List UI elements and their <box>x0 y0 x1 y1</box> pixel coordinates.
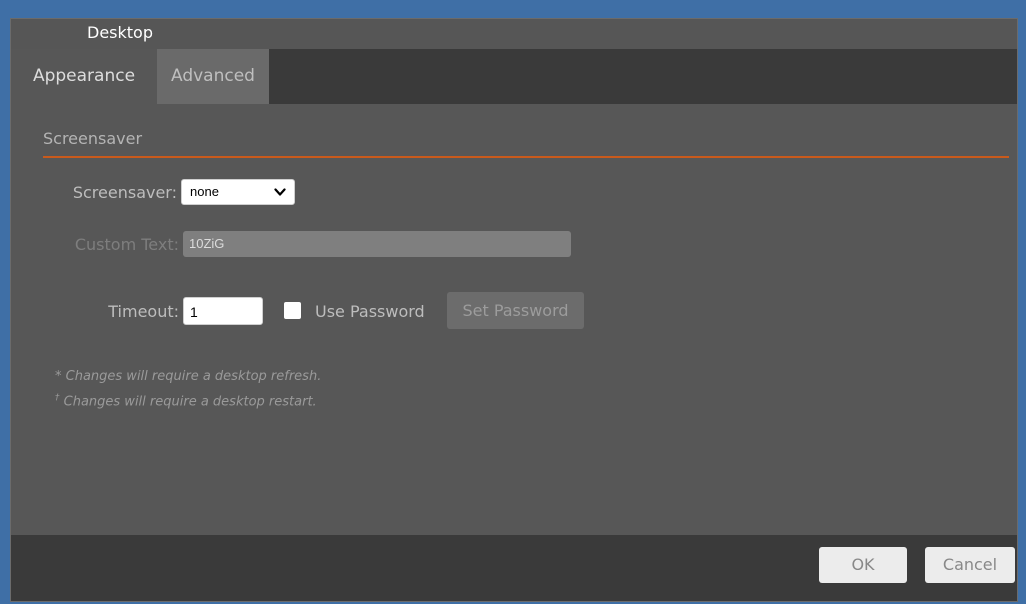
dialog-footer: OK Cancel <box>11 535 1017 601</box>
use-password-label[interactable]: Use Password <box>315 302 425 321</box>
ok-button[interactable]: OK <box>819 547 907 583</box>
chevron-down-icon <box>274 188 286 196</box>
timeout-label: Timeout: <box>108 302 179 321</box>
section-divider <box>43 156 1009 158</box>
custom-text-label: Custom Text: <box>74 235 179 254</box>
title-bar[interactable]: Desktop <box>11 19 1017 49</box>
use-password-checkbox[interactable] <box>284 302 301 319</box>
set-password-button: Set Password <box>447 292 584 329</box>
tab-advanced[interactable]: Advanced <box>157 49 269 104</box>
screensaver-select[interactable]: none <box>181 179 295 205</box>
timeout-value: 1 <box>190 304 198 320</box>
tab-bar: Appearance Advanced <box>11 49 1017 104</box>
restart-note-text: Changes will require a desktop restart. <box>59 394 317 410</box>
section-title: Screensaver <box>43 129 143 148</box>
restart-note: † Changes will require a desktop restart… <box>55 393 317 409</box>
refresh-note: * Changes will require a desktop refresh… <box>55 369 322 384</box>
window-title: Desktop <box>87 23 153 42</box>
desktop-dialog: Desktop Appearance Advanced Screensaver … <box>10 18 1018 602</box>
custom-text-field: 10ZiG <box>183 231 571 257</box>
tab-appearance[interactable]: Appearance <box>11 49 157 104</box>
cancel-button[interactable]: Cancel <box>925 547 1015 583</box>
custom-text-value: 10ZiG <box>189 236 225 251</box>
screensaver-label: Screensaver: <box>72 183 177 202</box>
screensaver-selected-value: none <box>190 184 219 199</box>
timeout-field[interactable]: 1 <box>183 297 263 325</box>
